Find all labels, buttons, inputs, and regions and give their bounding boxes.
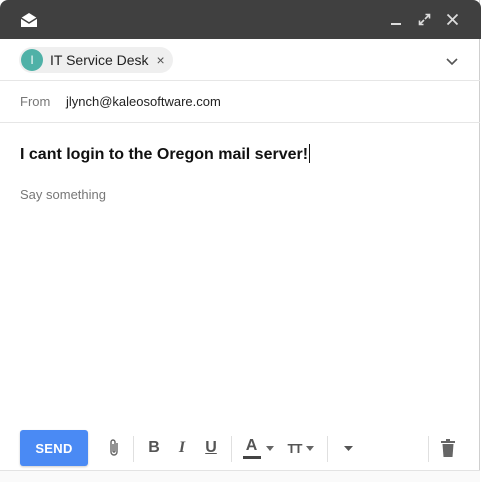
- font-size-label: TT: [287, 440, 303, 456]
- recipient-name: IT Service Desk: [50, 52, 149, 68]
- recipient-avatar: I: [21, 49, 43, 71]
- text-color-button[interactable]: A: [241, 430, 275, 466]
- toolbar-divider: [133, 436, 134, 462]
- from-label: From: [20, 94, 51, 109]
- subject-text: I cant login to the Oregon mail server!: [20, 146, 309, 163]
- send-button[interactable]: SEND: [20, 430, 88, 466]
- compose-window: I IT Service Desk × From jlynch@kaleosof…: [0, 0, 481, 482]
- toolbar-divider: [327, 436, 328, 462]
- font-size-button[interactable]: TT: [284, 430, 318, 466]
- chevron-down-icon[interactable]: [444, 53, 460, 69]
- more-options-button[interactable]: [338, 430, 358, 466]
- from-row: From jlynch@kaleosoftware.com: [0, 81, 480, 123]
- background-content-strip: [0, 470, 480, 482]
- minimize-icon[interactable]: [388, 0, 404, 39]
- trash-icon[interactable]: [438, 430, 458, 466]
- to-field[interactable]: I IT Service Desk ×: [0, 39, 480, 81]
- subject-field[interactable]: I cant login to the Oregon mail server!: [20, 144, 311, 164]
- underline-button[interactable]: U: [201, 430, 221, 466]
- text-cursor: [309, 144, 311, 163]
- dropdown-icon: [343, 445, 353, 451]
- italic-button[interactable]: I: [173, 430, 191, 466]
- bold-button[interactable]: B: [145, 430, 163, 466]
- message-body[interactable]: Say something: [20, 187, 106, 202]
- text-color-label: A: [245, 436, 258, 454]
- text-color-bar: [242, 455, 261, 459]
- from-address[interactable]: jlynch@kaleosoftware.com: [66, 94, 221, 109]
- remove-recipient-button[interactable]: ×: [157, 53, 165, 67]
- dropdown-icon: [265, 445, 274, 451]
- recipient-chip[interactable]: I IT Service Desk ×: [19, 47, 173, 73]
- title-bar: [0, 0, 481, 39]
- toolbar-divider: [231, 436, 232, 462]
- toolbar-divider: [428, 436, 429, 462]
- text-color-swatch: A: [242, 436, 261, 459]
- expand-icon[interactable]: [415, 0, 433, 39]
- mail-icon: [18, 0, 40, 39]
- dropdown-icon: [306, 445, 315, 451]
- close-icon[interactable]: [443, 0, 461, 39]
- compose-toolbar: SEND B I U A TT: [0, 428, 480, 468]
- attach-icon[interactable]: [104, 430, 124, 466]
